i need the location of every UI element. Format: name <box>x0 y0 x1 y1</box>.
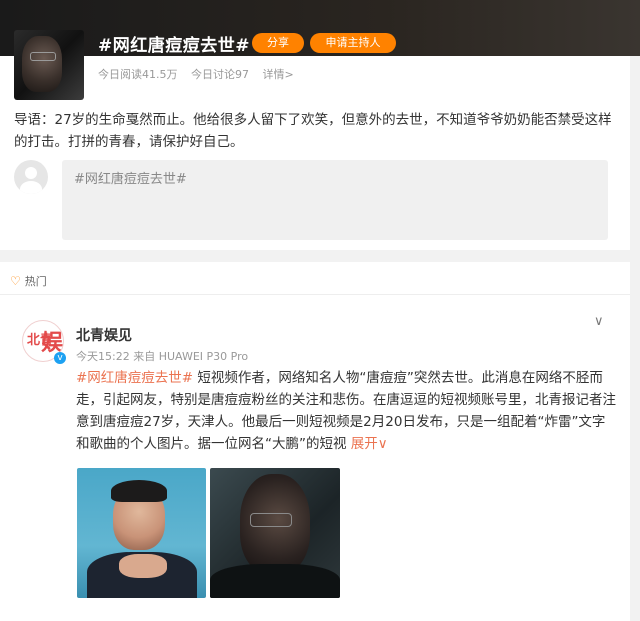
verified-badge-icon: v <box>54 352 66 364</box>
divider <box>0 294 630 295</box>
topic-title: #网红唐痘痘去世# <box>98 36 250 56</box>
author-name[interactable]: 北青娱见 <box>76 325 132 345</box>
hot-section-label: ♡ 热门 <box>10 274 47 288</box>
comment-placeholder: #网红唐痘痘去世# <box>74 172 187 187</box>
topic-stats: 今日阅读41.5万 今日讨论97 详情> <box>98 66 304 82</box>
expand-link[interactable]: 展开∨ <box>351 436 388 452</box>
cover-glasses <box>30 52 56 61</box>
heart-icon: ♡ <box>10 274 21 288</box>
post-body: #网红唐痘痘去世# 短视频作者，网络知名人物“唐痘痘”突然去世。此消息在网络不胫… <box>76 367 616 455</box>
post-image-1[interactable] <box>77 468 206 598</box>
apply-host-button[interactable]: 申请主持人 <box>310 33 396 53</box>
post-hashtag[interactable]: #网红唐痘痘去世# <box>76 370 193 386</box>
share-button[interactable]: 分享 <box>252 33 304 53</box>
cover-face <box>22 36 62 92</box>
topic-cover-image[interactable] <box>14 30 84 100</box>
chevron-down-icon[interactable]: ∨ <box>594 314 608 329</box>
topic-intro: 导语：27岁的生命戛然而止。他给很多人留下了欢笑，但意外的去世，不知道爷爷奶奶能… <box>14 112 612 150</box>
post-meta: 今天15:22 来自 HUAWEI P30 Pro <box>76 350 249 363</box>
default-avatar-icon <box>14 160 48 194</box>
comment-input[interactable]: #网红唐痘痘去世# <box>62 160 608 240</box>
post-image-2[interactable] <box>210 468 340 598</box>
hot-post-card: ♡ 热门 北青 娱 v 北青娱见 今天15:22 来自 HUAWEI P30 Pr… <box>0 262 630 621</box>
read-count: 今日阅读41.5万 <box>98 68 178 81</box>
topic-card: #网红唐痘痘去世# 分享 申请主持人 今日阅读41.5万 今日讨论97 详情> … <box>0 0 640 250</box>
discussion-count: 今日讨论97 <box>191 68 249 81</box>
details-link[interactable]: 详情> <box>263 68 294 81</box>
